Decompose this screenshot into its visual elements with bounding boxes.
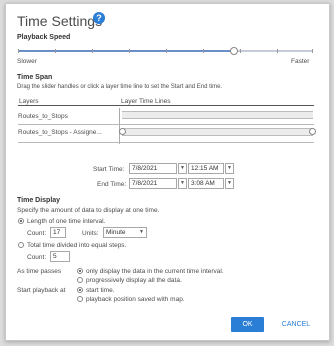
chevron-down-icon[interactable]: ▼	[139, 229, 144, 235]
count-label: Count:	[27, 230, 47, 237]
count2-label: Count:	[27, 254, 47, 261]
row-divider	[18, 124, 314, 125]
units-label: Units:	[82, 230, 99, 237]
count2-field[interactable]: 5	[50, 251, 70, 262]
start-time-label: Start Time:	[93, 166, 125, 173]
layers-column-header: Layers	[19, 98, 39, 105]
end-date-field[interactable]: 7/8/2021	[129, 178, 177, 189]
progressively-radio[interactable]	[77, 277, 83, 283]
divided-steps-radio[interactable]	[18, 242, 24, 248]
playback-speed-heading: Playback Speed	[17, 34, 71, 41]
help-icon[interactable]: ?	[93, 12, 105, 24]
time-display-heading: Time Display	[17, 197, 61, 204]
speed-tick	[312, 49, 313, 53]
progressively-label: progressively display all the data.	[86, 277, 182, 284]
cancel-button[interactable]: CANCEL	[274, 317, 318, 332]
speed-tick	[240, 49, 241, 53]
time-span-instructions: Drag the slider handles or click a layer…	[17, 84, 223, 90]
playback-speed-thumb[interactable]	[230, 47, 238, 55]
layers-table-header: Layers Layer Time Lines	[18, 97, 314, 106]
layer-timelines-column-header: Layer Time Lines	[121, 98, 171, 105]
speed-tick	[129, 49, 130, 53]
start-time-field[interactable]: 12:15 AM	[188, 163, 224, 174]
playback-speed-fill	[18, 50, 234, 52]
speed-tick	[166, 49, 167, 53]
start-date-field[interactable]: 7/8/2021	[129, 163, 177, 174]
column-divider	[119, 108, 120, 144]
row-divider	[18, 142, 314, 143]
count-field[interactable]: 17	[50, 227, 66, 238]
time-display-instructions: Specify the amount of data to display at…	[17, 207, 160, 214]
start-time-option-label: start time.	[86, 287, 115, 294]
end-date-dropdown[interactable]: ▼	[178, 178, 187, 189]
speed-tick	[18, 49, 19, 53]
ok-button[interactable]: OK	[231, 317, 264, 332]
end-handle[interactable]	[309, 128, 316, 135]
speed-tick	[55, 49, 56, 53]
speed-tick	[277, 49, 278, 53]
speed-tick	[92, 49, 93, 53]
layer-row-label[interactable]: Routes_to_Stops - Assigne...	[18, 129, 102, 136]
start-handle[interactable]	[119, 128, 126, 135]
saved-position-label: playback position saved with map.	[86, 296, 185, 303]
length-interval-radio[interactable]	[18, 218, 24, 224]
start-time-radio[interactable]	[77, 287, 83, 293]
time-settings-dialog: Time Settings ? Playback Speed Slower Fa…	[5, 3, 330, 341]
only-display-radio[interactable]	[77, 268, 83, 274]
end-time-dropdown[interactable]: ▼	[225, 178, 234, 189]
dialog-title: Time Settings	[17, 13, 103, 29]
layer-timeline-selected[interactable]	[122, 128, 313, 136]
start-date-dropdown[interactable]: ▼	[178, 163, 187, 174]
end-time-label: End Time:	[97, 181, 127, 188]
only-display-label: only display the data in the current tim…	[86, 268, 224, 275]
length-interval-label: Length of one time interval.	[27, 218, 106, 225]
saved-position-radio[interactable]	[77, 296, 83, 302]
start-playback-label: Start playback at	[17, 287, 66, 294]
slower-label: Slower	[17, 58, 37, 65]
end-time-field[interactable]: 3:08 AM	[188, 178, 224, 189]
start-time-dropdown[interactable]: ▼	[225, 163, 234, 174]
faster-label: Faster	[291, 58, 310, 65]
time-span-heading: Time Span	[17, 74, 53, 81]
divided-steps-label: Total time divided into equal steps.	[27, 242, 127, 249]
layer-row-label[interactable]: Routes_to_Stops	[18, 113, 68, 120]
as-time-passes-label: As time passes	[17, 268, 62, 275]
speed-tick	[203, 49, 204, 53]
layer-timeline[interactable]	[122, 111, 313, 119]
